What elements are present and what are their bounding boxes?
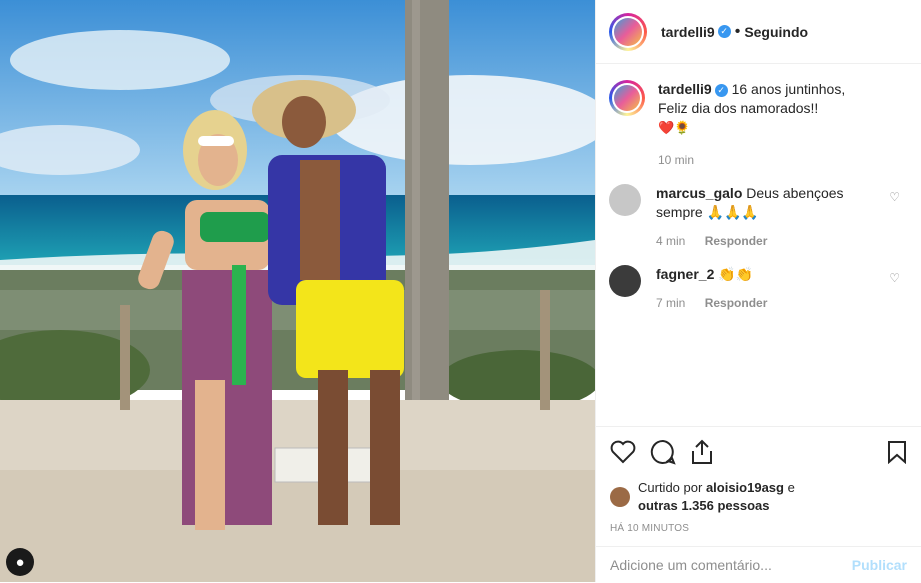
share-icon[interactable] <box>690 439 714 465</box>
verified-badge-icon: ✓ <box>714 83 728 97</box>
post-side-panel: tardelli9 ✓ • Seguindo tardelli9 ✓ 16 ano… <box>595 0 921 582</box>
publish-button[interactable]: Publicar <box>852 557 907 573</box>
post-header: tardelli9 ✓ • Seguindo <box>596 0 921 64</box>
comment-input[interactable]: Adicione um comentário... <box>610 557 772 573</box>
caption-time[interactable]: 10 min <box>658 153 694 167</box>
liker-avatar[interactable] <box>610 487 630 507</box>
verified-badge-icon: ✓ <box>717 25 731 38</box>
comment-avatar[interactable] <box>609 265 641 297</box>
separator-dot: • <box>734 22 741 40</box>
heart-icon[interactable] <box>610 440 636 464</box>
user-tag-icon[interactable]: ● <box>6 548 34 576</box>
bookmark-icon[interactable] <box>887 440 907 464</box>
comment-time[interactable]: 4 min <box>656 234 685 248</box>
author-avatar[interactable] <box>609 12 647 51</box>
comment-avatar[interactable] <box>609 184 641 216</box>
likes-summary: Curtido por aloisio19asg e outras 1.356 … <box>610 479 907 515</box>
others-likes-link[interactable]: outras 1.356 pessoas <box>638 498 770 513</box>
comment-item: fagner_2 👏👏 7 min Responder ♡ <box>609 265 908 313</box>
comment-item: marcus_galo Deus abençoes sempre 🙏🙏🙏 4 m… <box>609 184 908 251</box>
caption: tardelli9 ✓ 16 anos juntinhos, Feliz dia … <box>609 80 908 170</box>
following-button[interactable]: Seguindo <box>744 24 808 40</box>
comment-time[interactable]: 7 min <box>656 296 685 310</box>
comment-icon[interactable] <box>650 439 676 465</box>
caption-text-line1: 16 anos juntinhos, <box>731 81 846 97</box>
caption-text-line2: Feliz dia dos namorados!! <box>658 100 819 116</box>
liker-username[interactable]: aloisio19asg <box>706 480 784 495</box>
caption-username[interactable]: tardelli9 <box>658 81 712 97</box>
post-photo[interactable]: ● <box>0 0 595 582</box>
add-comment-bar: Adicione um comentário... Publicar <box>596 546 921 583</box>
like-comment-heart-icon[interactable]: ♡ <box>889 190 900 204</box>
author-username[interactable]: tardelli9 <box>661 24 715 40</box>
comment-username[interactable]: fagner_2 <box>656 266 714 282</box>
caption-avatar[interactable] <box>609 80 645 116</box>
posted-time[interactable]: HÁ 10 MINUTOS <box>610 523 907 534</box>
caption-emoji: ❤️🌻 <box>658 120 691 135</box>
reply-button[interactable]: Responder <box>705 234 768 248</box>
like-comment-heart-icon[interactable]: ♡ <box>889 271 900 285</box>
comment-text: 👏👏 <box>718 266 754 282</box>
liked-by-prefix: Curtido por <box>638 480 703 495</box>
comment-username[interactable]: marcus_galo <box>656 185 742 201</box>
beach-photo <box>0 0 595 582</box>
post-actions: Curtido por aloisio19asg e outras 1.356 … <box>596 426 921 546</box>
comments-list: tardelli9 ✓ 16 anos juntinhos, Feliz dia … <box>596 64 921 426</box>
liked-by-suffix: e <box>787 480 795 495</box>
reply-button[interactable]: Responder <box>705 296 768 310</box>
